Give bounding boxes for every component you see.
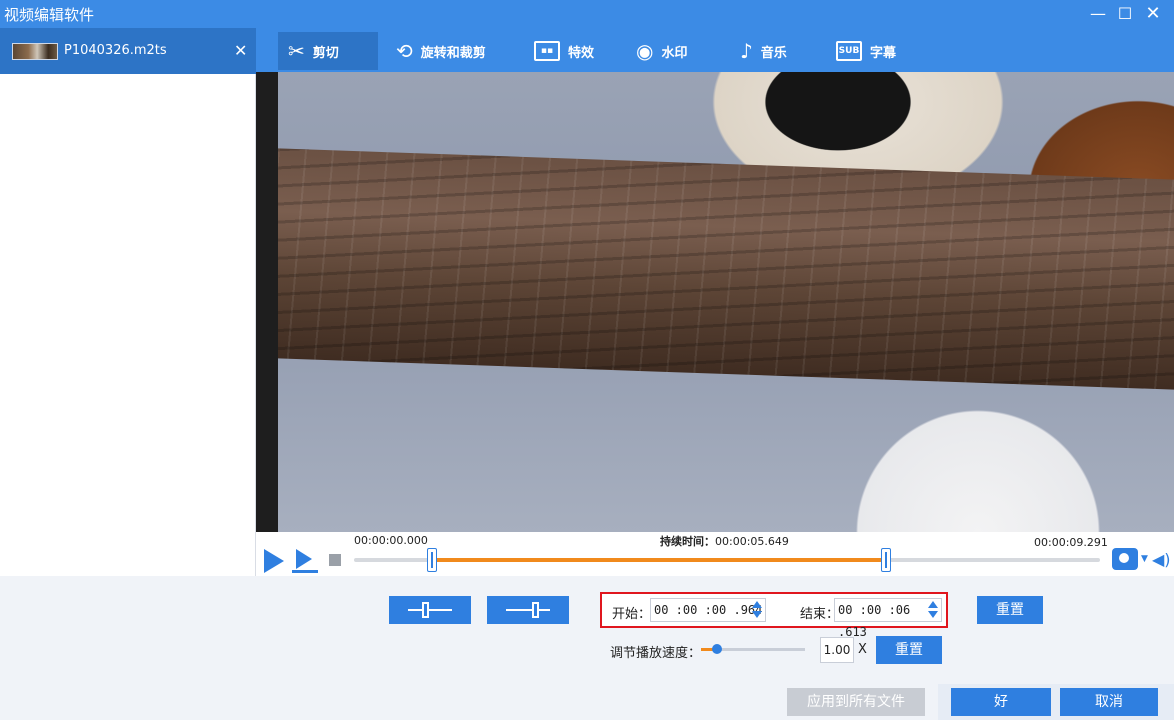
timeline-end-time: 00:00:09.291 [1034, 536, 1108, 549]
edit-tab-bar: ✂ 剪切 ⟲ 旋转和裁剪 ▪▪ 特效 ◉ 水印 ♪ 音乐 SUB 字幕 [256, 28, 1174, 72]
tab-effects[interactable]: ▪▪ 特效 [534, 32, 594, 70]
duration-display: 持续时间：00:00:05.649 [660, 533, 789, 549]
video-frame [278, 72, 1174, 532]
tab-subtitle[interactable]: SUB 字幕 [836, 32, 896, 70]
tab-music[interactable]: ♪ 音乐 [740, 32, 787, 70]
snapshot-camera-icon[interactable] [1112, 548, 1138, 570]
chevron-down-icon[interactable]: ▼ [1141, 554, 1148, 564]
tab-label: 剪切 [312, 45, 339, 61]
tab-watermark[interactable]: ◉ 水印 [636, 32, 687, 70]
trim-start-handle[interactable] [427, 548, 437, 572]
trim-end-handle[interactable] [881, 548, 891, 572]
window-title: 视频编辑软件 [4, 6, 95, 24]
remove-file-button[interactable]: ✕ [234, 41, 247, 60]
video-thumbnail [12, 43, 58, 60]
tab-cut[interactable]: ✂ 剪切 [278, 32, 378, 70]
film-effect-icon: ▪▪ [534, 41, 560, 61]
end-time-spinner [927, 599, 939, 621]
start-time-spinner [751, 599, 763, 621]
duration-value: 00:00:05.649 [715, 535, 789, 548]
speed-unit: X [858, 642, 867, 657]
crop-rotate-icon: ⟲ [396, 39, 413, 63]
stop-button[interactable] [329, 554, 341, 566]
file-list-item[interactable]: P1040326.m2ts ✕ [0, 28, 256, 74]
file-list-sidebar: P1040326.m2ts ✕ [0, 28, 256, 576]
speed-input[interactable]: 1.00 [820, 637, 854, 663]
start-time-value: 00 :00 :00 .964 [654, 603, 763, 617]
tab-label: 特效 [568, 45, 595, 61]
spin-up-icon[interactable] [752, 601, 762, 608]
maximize-button[interactable]: ☐ [1113, 3, 1137, 25]
spin-down-icon[interactable] [928, 611, 938, 618]
speed-slider-knob[interactable] [712, 644, 722, 654]
speed-label: 调节播放速度： [610, 646, 702, 661]
play-selection-button[interactable] [292, 549, 320, 575]
set-start-icon [408, 602, 452, 618]
end-time-value: 00 :00 :06 .613 [838, 603, 911, 639]
start-time-field[interactable]: 00 :00 :00 .964 [650, 598, 766, 622]
video-preview [256, 72, 1174, 532]
video-content [278, 148, 1174, 390]
duration-label: 持续时间： [660, 535, 715, 548]
file-name: P1040326.m2ts [64, 43, 167, 58]
trim-range-box: 开始： 00 :00 :00 .964 结束： 00 :00 :06 .613 [600, 592, 948, 639]
tab-label: 音乐 [760, 45, 787, 61]
play-button[interactable] [264, 549, 284, 573]
timeline-selection [432, 558, 886, 562]
title-bar: 视频编辑软件 — ☐ ✕ [0, 0, 1174, 28]
end-time-field[interactable]: 00 :00 :06 .613 [834, 598, 942, 639]
start-label: 开始： [612, 607, 652, 622]
ok-button[interactable]: 好 [951, 688, 1051, 716]
underline-icon [292, 570, 318, 573]
reset-speed-button[interactable]: 重置 [876, 636, 942, 664]
play-icon [296, 549, 312, 569]
watermark-icon: ◉ [636, 39, 654, 63]
scissors-icon: ✂ [288, 39, 305, 63]
close-window-button[interactable]: ✕ [1141, 3, 1165, 25]
cancel-button[interactable]: 取消 [1060, 688, 1158, 716]
tab-rotate-crop[interactable]: ⟲ 旋转和裁剪 [396, 32, 486, 70]
set-end-icon [506, 602, 550, 618]
timeline-start-time: 00:00:00.000 [354, 534, 428, 547]
tab-label: 字幕 [870, 45, 897, 61]
timeline-panel: 00:00:00.000 持续时间：00:00:05.649 00:00:09.… [256, 532, 1174, 576]
tab-label: 水印 [661, 45, 688, 61]
volume-icon[interactable]: ◀) [1152, 550, 1171, 569]
set-end-button[interactable] [487, 596, 569, 624]
tab-label: 旋转和裁剪 [420, 45, 486, 61]
spin-down-icon[interactable] [752, 611, 762, 618]
subtitle-icon: SUB [836, 41, 862, 61]
spin-up-icon[interactable] [928, 601, 938, 608]
music-note-icon: ♪ [740, 39, 753, 63]
minimize-button[interactable]: — [1086, 3, 1110, 25]
apply-to-all-button[interactable]: 应用到所有文件 [787, 688, 925, 716]
reset-trim-button[interactable]: 重置 [977, 596, 1043, 624]
set-start-button[interactable] [389, 596, 471, 624]
